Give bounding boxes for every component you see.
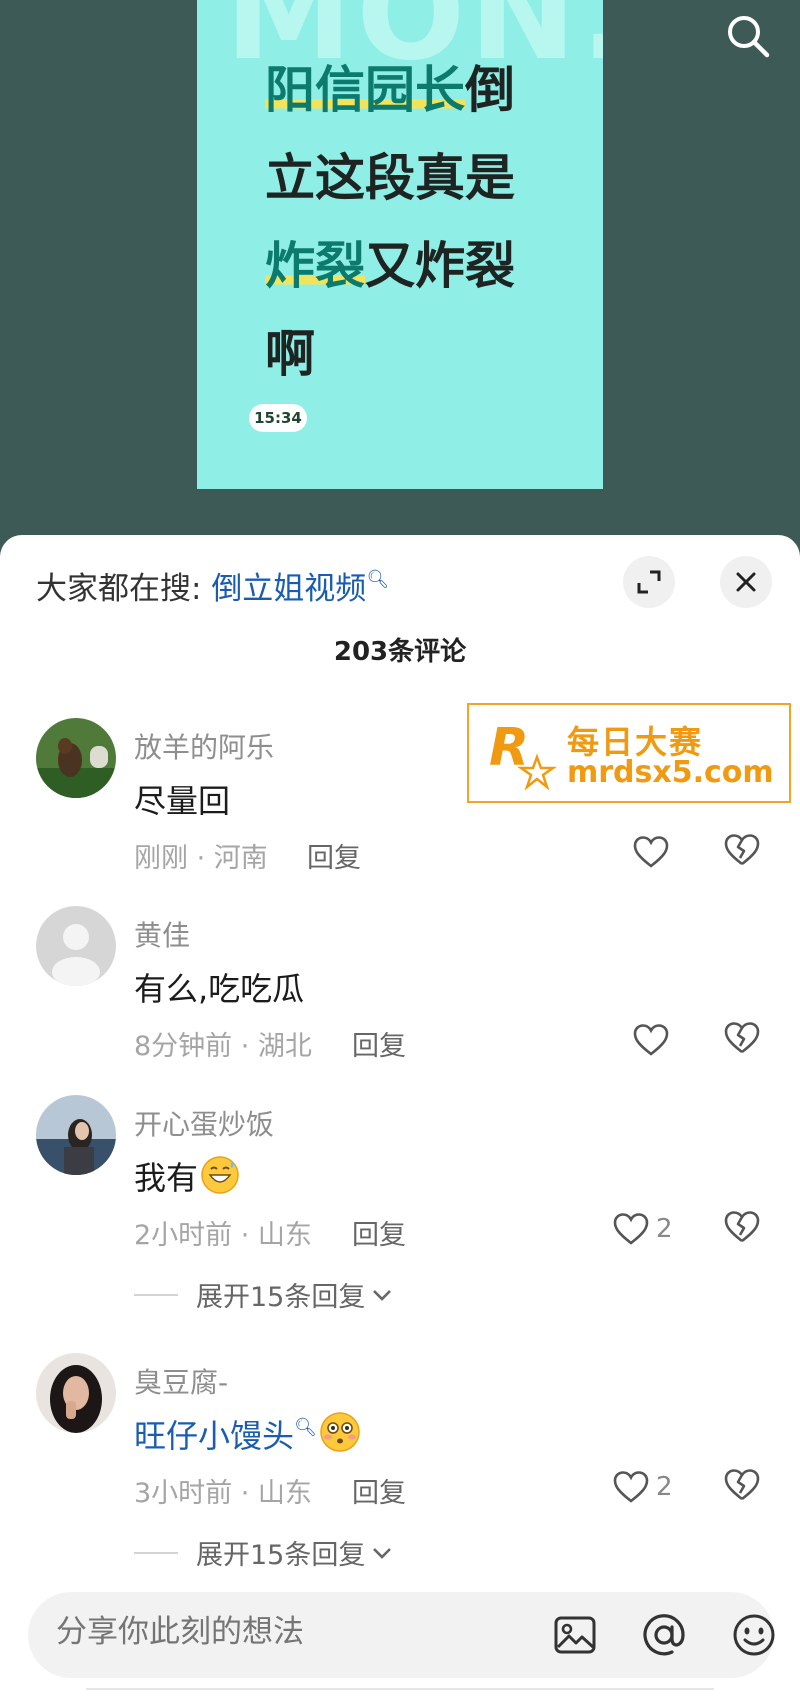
comment-input[interactable]	[56, 1614, 476, 1650]
comment-text: 有么,吃吃瓜	[134, 970, 305, 1008]
like-count: 2	[656, 1214, 673, 1244]
like-button[interactable]: 2	[612, 1209, 673, 1249]
trending-search: 大家都在搜: 倒立姐视频🔍︎	[36, 563, 389, 608]
video-line-4: 啊	[265, 325, 315, 383]
emoji-button[interactable]	[729, 1610, 779, 1660]
watermark-url: mrdsx5.com	[567, 755, 774, 790]
video-caption: 阳信园长倒 立这段真是 炸裂又炸裂 啊	[265, 46, 585, 398]
like-button[interactable]: 2	[612, 1467, 673, 1507]
comment-author[interactable]: 开心蛋炒饭	[134, 1103, 274, 1143]
like-count: 2	[656, 1472, 673, 1502]
grin-sweat-emoji-icon	[201, 1156, 239, 1194]
heart-icon	[613, 1213, 649, 1245]
broken-heart-icon	[724, 1469, 760, 1501]
broken-heart-icon	[724, 1211, 760, 1243]
video-highlight-2: 炸裂	[265, 237, 365, 295]
emoji-icon	[733, 1614, 775, 1656]
comment-count-title: 203条评论	[333, 637, 467, 667]
comment-author[interactable]: 臭豆腐-	[134, 1361, 228, 1401]
broken-heart-icon	[724, 834, 760, 866]
avatar[interactable]	[36, 718, 116, 798]
comment-author[interactable]: 黄佳	[134, 914, 190, 954]
search-icon	[728, 16, 770, 58]
comment-text: 尽量回	[134, 782, 231, 820]
video-line-1: 阳信园长倒	[265, 46, 585, 134]
comment-meta: 2小时前 · 山东	[134, 1220, 312, 1251]
video-line-1-rest: 倒	[465, 61, 515, 119]
heart-icon	[633, 1024, 669, 1056]
avatar[interactable]	[36, 1353, 116, 1433]
comment-input-bar	[28, 1592, 775, 1678]
close-sheet-button[interactable]	[720, 556, 772, 608]
broken-heart-icon	[724, 1022, 760, 1054]
comment-text-link[interactable]: 旺仔小馒头🔍︎	[134, 1411, 361, 1457]
video-highlight-1: 阳信园长	[265, 61, 465, 119]
expand-replies-label: 展开15条回复	[196, 1540, 366, 1571]
close-icon	[736, 572, 756, 592]
mention-button[interactable]	[639, 1610, 689, 1660]
heart-icon	[633, 836, 669, 868]
watermark-logo: R 每日大赛 mrdsx5.com	[467, 703, 791, 803]
image-button[interactable]	[550, 1610, 600, 1660]
reply-button[interactable]: 回复	[352, 1024, 406, 1063]
video-card[interactable]: MON. 阳信园长倒 立这段真是 炸裂又炸裂 啊 15:34	[197, 0, 603, 489]
search-small-icon: 🔍︎	[294, 1417, 317, 1438]
search-small-icon: 🔍︎	[366, 569, 390, 590]
dislike-button[interactable]	[722, 1020, 762, 1060]
at-icon	[643, 1614, 685, 1656]
reply-button[interactable]: 回复	[352, 1471, 406, 1510]
video-line-3: 炸裂又炸裂	[265, 222, 585, 310]
comment-meta: 8分钟前 · 湖北	[134, 1031, 312, 1062]
video-line-3-rest: 又炸裂	[365, 237, 515, 295]
divider	[134, 1293, 178, 1296]
expand-replies-button[interactable]: 展开15条回复	[134, 1275, 393, 1314]
avatar[interactable]	[36, 906, 116, 986]
reply-button[interactable]: 回复	[352, 1213, 406, 1252]
reply-button[interactable]: 回复	[307, 836, 361, 875]
trending-label: 大家都在搜:	[36, 571, 202, 607]
comment-text: 我有	[134, 1153, 240, 1199]
video-area[interactable]: MON. 阳信园长倒 立这段真是 炸裂又炸裂 啊 15:34	[0, 0, 800, 545]
trending-query-link[interactable]: 倒立姐视频🔍︎	[211, 569, 390, 607]
video-timestamp: 15:34	[249, 404, 307, 432]
dislike-button[interactable]	[722, 1209, 762, 1249]
like-button[interactable]	[632, 1020, 670, 1060]
like-button[interactable]	[632, 832, 670, 872]
logo-mark: R	[489, 718, 557, 791]
expand-sheet-button[interactable]	[623, 556, 675, 608]
bottom-strip	[86, 1688, 714, 1698]
dislike-button[interactable]	[722, 832, 762, 872]
heart-icon	[613, 1471, 649, 1503]
comment-author[interactable]: 放羊的阿乐	[134, 726, 274, 766]
expand-replies-button[interactable]: 展开15条回复	[134, 1533, 393, 1572]
expand-icon	[637, 570, 661, 594]
comment-meta: 刚刚 · 河南	[134, 843, 268, 874]
video-line-2: 立这段真是	[265, 149, 515, 207]
divider	[134, 1551, 178, 1554]
chevron-down-icon	[373, 1547, 392, 1559]
expand-replies-label: 展开15条回复	[196, 1282, 366, 1313]
flushed-emoji-icon	[320, 1412, 360, 1452]
search-button[interactable]	[720, 8, 776, 64]
chevron-down-icon	[373, 1289, 392, 1301]
dislike-button[interactable]	[722, 1467, 762, 1507]
avatar[interactable]	[36, 1095, 116, 1175]
comment-meta: 3小时前 · 山东	[134, 1478, 312, 1509]
image-icon	[554, 1616, 596, 1654]
